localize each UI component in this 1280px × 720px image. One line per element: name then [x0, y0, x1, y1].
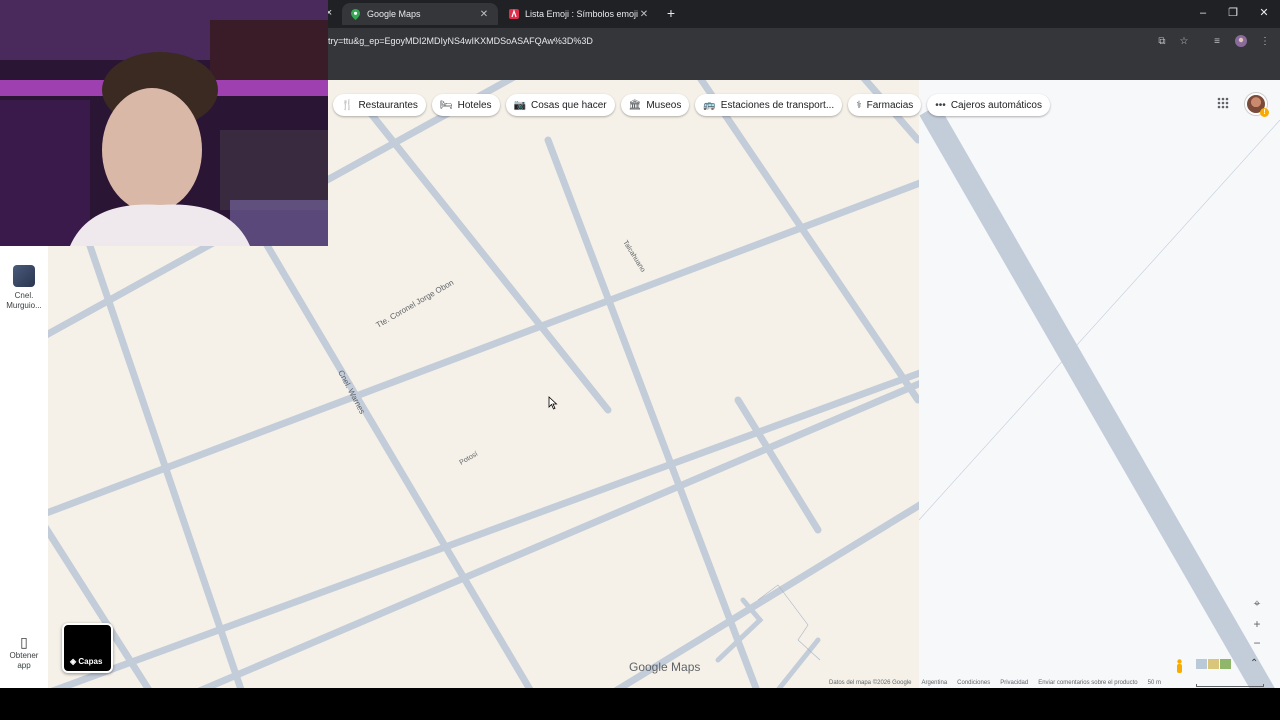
- maps-pin-icon: [350, 8, 361, 20]
- bed-icon: 🛏: [439, 99, 453, 111]
- get-app-label-2: app: [17, 661, 31, 670]
- tab-google-maps[interactable]: Google Maps ✕: [342, 3, 498, 25]
- privacy-link[interactable]: Privacidad: [1000, 680, 1028, 688]
- imagery-thumb-icon: [1196, 659, 1207, 669]
- alert-badge-icon: !: [1260, 108, 1269, 117]
- chip-label: Hoteles: [457, 99, 492, 111]
- camera-icon: 📷: [513, 99, 526, 111]
- scale-bar: [1196, 684, 1264, 687]
- pharmacy-icon: ⚕: [856, 99, 862, 111]
- street-label: Tte. Coronel Jorge Obon: [375, 278, 456, 330]
- zoom-in-button[interactable]: +: [1248, 615, 1266, 633]
- chip-label: Museos: [646, 99, 682, 111]
- chip-restaurantes[interactable]: 🍴 Restaurantes: [333, 94, 426, 116]
- logo-google: Google: [629, 660, 668, 674]
- media-controls-icon[interactable]: ≡: [1210, 35, 1224, 49]
- side-panel-area: [919, 80, 1280, 688]
- emoji-site-icon: [508, 9, 519, 20]
- imagery-thumb-icon: [1220, 659, 1231, 669]
- get-app-label-1: Obtener: [9, 651, 39, 660]
- imagery-thumb-icon: [1208, 659, 1219, 669]
- chip-label: Farmacias: [866, 99, 914, 111]
- window-close-icon[interactable]: ✕: [1257, 6, 1271, 20]
- address-bar[interactable]: try=ttu&g_ep=EgoyMDI2MDIyNS4wIKXMDSoASAF…: [328, 36, 593, 46]
- map-footer: Datos del mapa ©2026 Google Argentina Co…: [829, 680, 1161, 688]
- chip-farmacias[interactable]: ⚕ Farmacias: [848, 94, 922, 116]
- mouse-cursor-icon: [548, 396, 558, 410]
- chip-label: Restaurantes: [358, 99, 418, 111]
- new-tab-button[interactable]: +: [664, 5, 678, 21]
- install-app-icon[interactable]: ⧉: [1155, 35, 1169, 49]
- category-chips: 🍴 Restaurantes 🛏 Hoteles 📷 Cosas que hacer …: [333, 94, 1050, 116]
- chip-hoteles[interactable]: 🛏 Hoteles: [431, 94, 500, 116]
- chip-label: Estaciones de transport...: [720, 99, 835, 111]
- imagery-thumbnails[interactable]: [1196, 659, 1231, 669]
- atm-icon: •••: [935, 99, 946, 111]
- restore-icon[interactable]: ❐: [1226, 6, 1240, 20]
- zoom-out-button[interactable]: −: [1248, 634, 1266, 652]
- pegman-icon[interactable]: [1175, 659, 1185, 673]
- feedback-link[interactable]: Enviar comentarios sobre el producto: [1038, 680, 1137, 688]
- tab-title: Google Maps: [367, 9, 421, 19]
- get-app-button[interactable]: ▯ Obtener app: [0, 634, 48, 671]
- fork-knife-icon: 🍴: [341, 99, 354, 111]
- expand-up-icon[interactable]: ⌃: [1250, 658, 1258, 669]
- panel-road-shapes: [919, 104, 1280, 688]
- webcam-overlay: [0, 0, 328, 246]
- street-label: Talcahuano: [621, 239, 646, 273]
- minimize-icon[interactable]: –: [1196, 6, 1210, 20]
- map-data-credit: Datos del mapa ©2026 Google: [829, 680, 912, 686]
- recent-place-label-1: Cnel.: [14, 291, 34, 300]
- close-icon[interactable]: ✕: [638, 9, 650, 20]
- bookmark-star-icon[interactable]: ☆: [1177, 35, 1191, 49]
- recent-place-label-2: Murguio...: [6, 301, 42, 310]
- google-maps-logo: Google Maps: [629, 660, 700, 674]
- place-thumbnail: [13, 265, 35, 287]
- close-icon[interactable]: ✕: [478, 9, 490, 20]
- terms-link[interactable]: Condiciones: [957, 680, 990, 688]
- tab-title: Lista Emoji : Símbolos emoji na: [525, 9, 638, 19]
- phone-icon: ▯: [20, 634, 28, 650]
- scale-label[interactable]: 50 m: [1148, 680, 1161, 688]
- chip-cajeros[interactable]: ••• Cajeros automáticos: [927, 94, 1050, 116]
- browser-menu-icon[interactable]: ⋮: [1258, 35, 1272, 49]
- country-link[interactable]: Argentina: [921, 680, 947, 688]
- chip-museos[interactable]: 🏛 Museos: [620, 94, 690, 116]
- museum-icon: 🏛: [628, 99, 642, 111]
- layers-label: Capas: [78, 657, 103, 666]
- chip-label: Cajeros automáticos: [950, 99, 1042, 111]
- google-apps-icon[interactable]: [1216, 97, 1230, 111]
- logo-maps: Maps: [671, 660, 701, 674]
- profile-icon[interactable]: [1234, 35, 1248, 49]
- recent-place-item[interactable]: Cnel. Murguio...: [0, 265, 48, 311]
- my-location-icon[interactable]: ⌖: [1248, 594, 1266, 612]
- layers-button[interactable]: ◈ Capas: [62, 623, 113, 673]
- screen: × Google Maps ✕ Lista Emoji : Símbolos e…: [0, 0, 1280, 720]
- layers-icon: ◈: [70, 657, 77, 666]
- chip-label: Cosas que hacer: [531, 99, 607, 111]
- webcam-feed-image: [0, 0, 328, 246]
- chip-cosas-que-hacer[interactable]: 📷 Cosas que hacer: [505, 94, 615, 116]
- street-label: Potosí: [459, 451, 480, 467]
- tab-emoji-list[interactable]: Lista Emoji : Símbolos emoji na ✕: [500, 3, 658, 25]
- bus-icon: 🚌: [703, 99, 716, 111]
- chip-estaciones[interactable]: 🚌 Estaciones de transport...: [695, 94, 843, 116]
